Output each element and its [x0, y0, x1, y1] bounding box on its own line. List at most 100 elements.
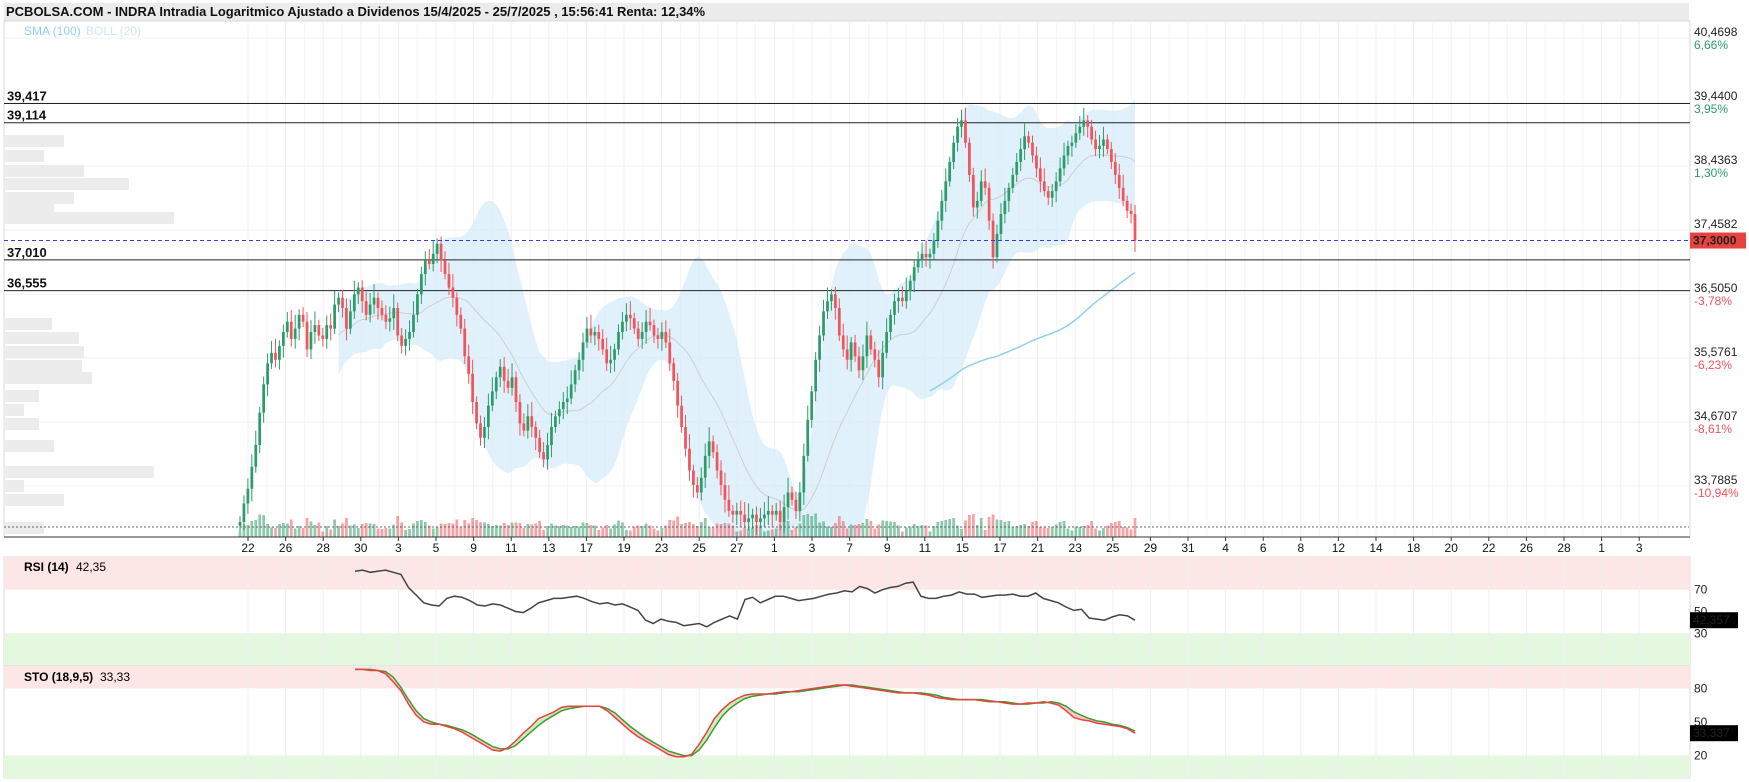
candle-body — [487, 405, 490, 428]
candle-body — [502, 366, 506, 381]
candle-body — [617, 332, 620, 350]
candle-body — [605, 349, 609, 364]
price-tick-label: 33,7885 — [1694, 473, 1738, 487]
candle-body — [388, 318, 392, 322]
candle-body — [1074, 133, 1078, 143]
price-tick-percent: 3,95% — [1694, 102, 1728, 116]
volume-bar — [278, 524, 281, 537]
candle-body — [1125, 200, 1129, 211]
candle-body — [1113, 161, 1117, 175]
candle-body — [833, 294, 837, 308]
volume-bar — [833, 523, 837, 537]
candle-body — [920, 253, 924, 261]
candle-body — [289, 321, 293, 339]
rsi-oversold-label: 30 — [1694, 626, 1708, 640]
candle-body — [912, 267, 916, 281]
candle-body — [368, 304, 372, 315]
candle-body — [431, 253, 435, 264]
volume-bar — [447, 523, 451, 537]
candle-body — [1070, 142, 1074, 146]
volume-bar — [1011, 527, 1015, 537]
volume-bar — [802, 515, 806, 537]
price-tick-percent: 1,30% — [1694, 166, 1728, 180]
price-tick-percent: -6,23% — [1694, 358, 1732, 372]
chart-title: PCBOLSA.COM - INDRA Intradia Logaritmico… — [6, 4, 706, 19]
x-tick-label: 28 — [317, 541, 331, 555]
candle-body — [1090, 126, 1094, 140]
volume-bar — [317, 522, 321, 537]
volume-profile-bar — [4, 440, 54, 452]
rsi-overbought-label: 70 — [1694, 583, 1708, 597]
volume-bar — [479, 522, 482, 537]
price-tick-label: 34,6707 — [1694, 409, 1738, 423]
volume-profile-bar — [4, 390, 39, 402]
volume-bar — [305, 518, 309, 537]
level-label: 37,010 — [7, 245, 47, 260]
rsi-value-badge-text: 42,357 — [1693, 613, 1730, 627]
candle-body — [577, 359, 581, 371]
candle-body — [849, 342, 853, 360]
volume-bar — [770, 529, 774, 537]
candle-body — [1086, 120, 1090, 127]
volume-bar — [270, 527, 273, 537]
candle-body — [723, 485, 727, 500]
candle-body — [715, 452, 719, 471]
volume-bar — [1121, 527, 1125, 537]
candle-body — [644, 321, 648, 333]
candle-body — [932, 240, 936, 254]
rsi-last-value: 42,35 — [76, 560, 106, 574]
x-tick-label: 6 — [1260, 541, 1267, 555]
volume-bar — [1042, 527, 1046, 537]
volume-bar — [822, 521, 825, 537]
x-tick-label: 14 — [1369, 541, 1383, 555]
volume-bar — [613, 524, 616, 537]
volume-bar — [865, 519, 869, 537]
volume-bar — [861, 523, 865, 537]
volume-bar — [372, 524, 376, 537]
volume-bar — [1078, 527, 1082, 537]
candle-body — [1011, 174, 1015, 188]
candle-body — [889, 314, 892, 333]
volume-bar — [1117, 521, 1121, 537]
candle-body — [747, 518, 750, 523]
volume-bar — [392, 524, 396, 537]
candle-body — [1007, 187, 1011, 201]
candle-body — [625, 314, 628, 322]
price-tick-label: 37,4582 — [1694, 217, 1738, 231]
volume-bar — [1133, 518, 1137, 537]
candle-body — [873, 349, 877, 360]
volume-bar — [368, 523, 372, 537]
candle-body — [743, 514, 747, 523]
candle-body — [794, 499, 798, 511]
candle-body — [356, 287, 360, 295]
volume-bar — [625, 530, 628, 537]
volume-bar — [660, 528, 664, 537]
candle-body — [830, 294, 833, 302]
x-tick-label: 23 — [1069, 541, 1083, 555]
x-tick-label: 30 — [354, 541, 368, 555]
volume-bar — [455, 519, 459, 537]
candle-body — [479, 423, 482, 438]
candle-body — [613, 349, 616, 360]
volume-profile-bar — [4, 466, 154, 478]
candle-body — [412, 314, 415, 333]
volume-bar — [763, 531, 766, 537]
volume-bar — [928, 531, 932, 537]
volume-bar — [806, 514, 810, 537]
volume-bar — [1007, 521, 1011, 537]
x-tick-label: 27 — [730, 541, 744, 555]
candle-body — [242, 503, 246, 523]
candle-body — [1035, 155, 1038, 169]
volume-bar — [1035, 521, 1038, 537]
candle-body — [557, 409, 561, 417]
candle-body — [778, 510, 782, 523]
candle-body — [1102, 139, 1105, 146]
candle-body — [514, 377, 518, 403]
candle-body — [826, 301, 829, 312]
candle-body — [1082, 120, 1086, 127]
candle-body — [321, 335, 325, 339]
candle-body — [699, 477, 703, 493]
volume-profile-bar — [4, 150, 44, 162]
candle-body — [278, 345, 281, 360]
candle-body — [494, 377, 498, 392]
